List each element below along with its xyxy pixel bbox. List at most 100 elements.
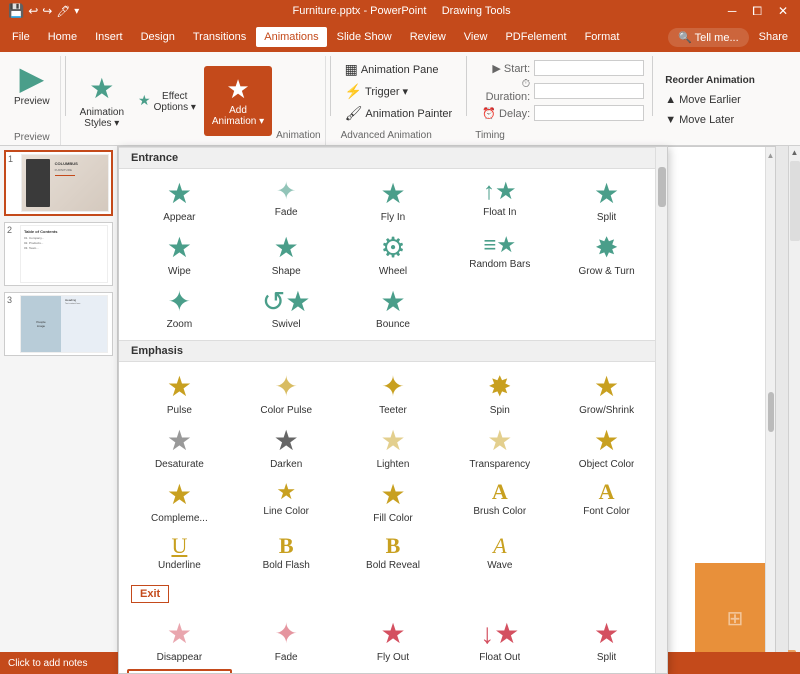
anim-boldflash[interactable]: B Bold Flash (234, 530, 339, 575)
anim-shape[interactable]: ★ Shape (234, 229, 339, 281)
menu-pdfelement[interactable]: PDFelement (497, 27, 574, 47)
slide-thumb-3[interactable]: 3 Peopleimage Heading Text content here (4, 292, 113, 356)
separator1 (65, 56, 66, 116)
reorder-title: Reorder Animation (661, 73, 759, 88)
anim-spin[interactable]: ✸ Spin (447, 368, 552, 420)
start-input[interactable] (534, 60, 644, 76)
anim-flyin[interactable]: ★ Fly In (341, 175, 446, 227)
panel-scroll-thumb[interactable] (658, 167, 666, 207)
undo-icon[interactable]: ↩ (28, 4, 38, 18)
anim-complement[interactable]: ★ Compleme... (127, 476, 232, 528)
scroll-thumb[interactable] (768, 392, 774, 432)
anim-wheel[interactable]: ⚙ Wheel (341, 229, 446, 281)
anim-randombars[interactable]: ≡★ Random Bars (447, 229, 552, 281)
tell-me-input[interactable]: 🔍 Tell me... (668, 28, 749, 47)
title-bar-controls: ─ ⧠ ✕ (724, 4, 792, 19)
anim-objectcolor[interactable]: ★ Object Color (554, 422, 659, 474)
menu-design[interactable]: Design (133, 27, 183, 47)
preview-button[interactable]: ▶ Preview (10, 60, 54, 109)
slide-thumb-2[interactable]: 2 Table of Contents 01. Company... 02. P… (4, 222, 113, 286)
anim-pulse[interactable]: ★ Pulse (127, 368, 232, 420)
anim-lighten[interactable]: ★ Lighten (341, 422, 446, 474)
anim-fontcolor[interactable]: A Font Color (554, 476, 659, 528)
anim-underline[interactable]: U Underline (127, 530, 232, 575)
anim-wipe[interactable]: ★ Wipe (127, 229, 232, 281)
customize-icon[interactable]: 🖊 (56, 5, 70, 18)
anim-darken[interactable]: ★ Darken (234, 422, 339, 474)
anim-disappear[interactable]: ★ Disappear (127, 615, 232, 667)
menu-insert[interactable]: Insert (87, 27, 131, 47)
anim-colorpulse[interactable]: ✦ Color Pulse (234, 368, 339, 420)
anim-floatin[interactable]: ↑★ Float In (447, 175, 552, 227)
anim-linecolor[interactable]: ★ Line Color (234, 476, 339, 528)
close-button[interactable]: ✕ (774, 4, 792, 19)
anim-brushcolor[interactable]: A Brush Color (447, 476, 552, 528)
redo-icon[interactable]: ↪ (42, 4, 52, 18)
anim-randombars-exit[interactable]: ≡★ Random Bars (447, 669, 552, 674)
anim-fillcolor[interactable]: ★ Fill Color (341, 476, 446, 528)
entrance-section-header: Entrance (119, 147, 667, 169)
anim-teeter[interactable]: ✦ Teeter (341, 368, 446, 420)
lighten-icon: ★ (380, 426, 405, 457)
menu-slideshow[interactable]: Slide Show (329, 27, 400, 47)
animation-styles-button[interactable]: ★ AnimationStyles ▾ (74, 70, 130, 131)
anim-bounce[interactable]: ★ Bounce (341, 283, 446, 335)
menu-animations[interactable]: Animations (256, 27, 326, 47)
share-button[interactable]: Share (751, 27, 796, 47)
anim-swivel[interactable]: ↺★ Swivel (234, 283, 339, 335)
add-animation-button[interactable]: ★ AddAnimation ▾ (204, 66, 272, 136)
panel-scrollbar[interactable] (655, 147, 667, 673)
menu-format[interactable]: Format (577, 27, 628, 47)
anim-floatout[interactable]: ↓★ Float Out (447, 615, 552, 667)
anim-fade-exit[interactable]: ✦ Fade (234, 615, 339, 667)
wheel-icon: ⚙ (380, 233, 405, 264)
title-bar: 💾 ↩ ↪ 🖊 ▾ Furniture.pptx - PowerPoint Dr… (0, 0, 800, 22)
anim-shape-exit[interactable]: ★ Shape (234, 669, 339, 674)
move-earlier-button[interactable]: ▲ Move Earlier (661, 92, 759, 108)
anim-desaturate[interactable]: ★ Desaturate (127, 422, 232, 474)
timing-group-label: Timing (475, 128, 644, 141)
restore-button[interactable]: ⧠ (748, 4, 766, 19)
menu-review[interactable]: Review (402, 27, 454, 47)
canvas-scrollbar[interactable]: ▲ ▼ (765, 147, 775, 673)
anim-fade[interactable]: ✦ Fade (234, 175, 339, 227)
anim-growshrink[interactable]: ★ Grow/Shrink (554, 368, 659, 420)
anim-wave[interactable]: A Wave (447, 530, 552, 575)
animation-pane-button[interactable]: ▦ Animation Pane (341, 60, 457, 79)
delay-input[interactable] (534, 105, 644, 121)
underline-icon: U (171, 534, 187, 558)
anim-appear[interactable]: ★ Appear (127, 175, 232, 227)
scroll-up[interactable]: ▲ (767, 151, 775, 160)
content-area: Entrance ★ Appear ✦ Fade ★ Fly In ↑★ Flo… (118, 146, 788, 674)
menu-view[interactable]: View (456, 27, 496, 47)
anim-wheel-exit[interactable]: ⚙ Wheel (341, 669, 446, 674)
save-icon[interactable]: 💾 (8, 3, 24, 19)
pulse-icon: ★ (167, 372, 192, 403)
anim-transparency[interactable]: ★ Transparency (447, 422, 552, 474)
menu-transitions[interactable]: Transitions (185, 27, 254, 47)
effect-options-label: EffectOptions ▾ (154, 91, 196, 113)
ribbon-group-preview: ▶ Preview Preview (4, 56, 61, 145)
trigger-label: Trigger ▾ (365, 85, 408, 98)
main-scrollbar[interactable] (790, 161, 800, 241)
main-scroll-up[interactable]: ▲ (789, 146, 800, 159)
anim-boldreveal[interactable]: B Bold Reveal (341, 530, 446, 575)
slide-thumb-1[interactable]: 1 COLUMBUS FURNITURE (4, 150, 113, 216)
anim-wipe-exit[interactable]: ★ Wipe (127, 669, 232, 674)
animation-painter-button[interactable]: 🖌 Animation Painter (341, 104, 457, 123)
fontcolor-icon: A (599, 480, 615, 504)
effect-options-button[interactable]: ★ EffectOptions ▾ (134, 87, 200, 115)
trigger-button[interactable]: ⚡ Trigger ▾ (341, 82, 457, 101)
anim-flyout[interactable]: ★ Fly Out (341, 615, 446, 667)
menu-home[interactable]: Home (40, 27, 85, 47)
anim-split-exit[interactable]: ★ Split (554, 615, 659, 667)
minimize-button[interactable]: ─ (724, 4, 741, 19)
duration-input[interactable] (534, 83, 644, 99)
anim-split[interactable]: ★ Split (554, 175, 659, 227)
anim-growturn[interactable]: ✸ Grow & Turn (554, 229, 659, 281)
move-later-button[interactable]: ▼ Move Later (661, 112, 759, 128)
menu-file[interactable]: File (4, 27, 38, 47)
wipe-label: Wipe (168, 266, 191, 277)
anim-shrink[interactable]: ✸ Shrink & Tu... (554, 669, 659, 674)
anim-zoom[interactable]: ✦ Zoom (127, 283, 232, 335)
